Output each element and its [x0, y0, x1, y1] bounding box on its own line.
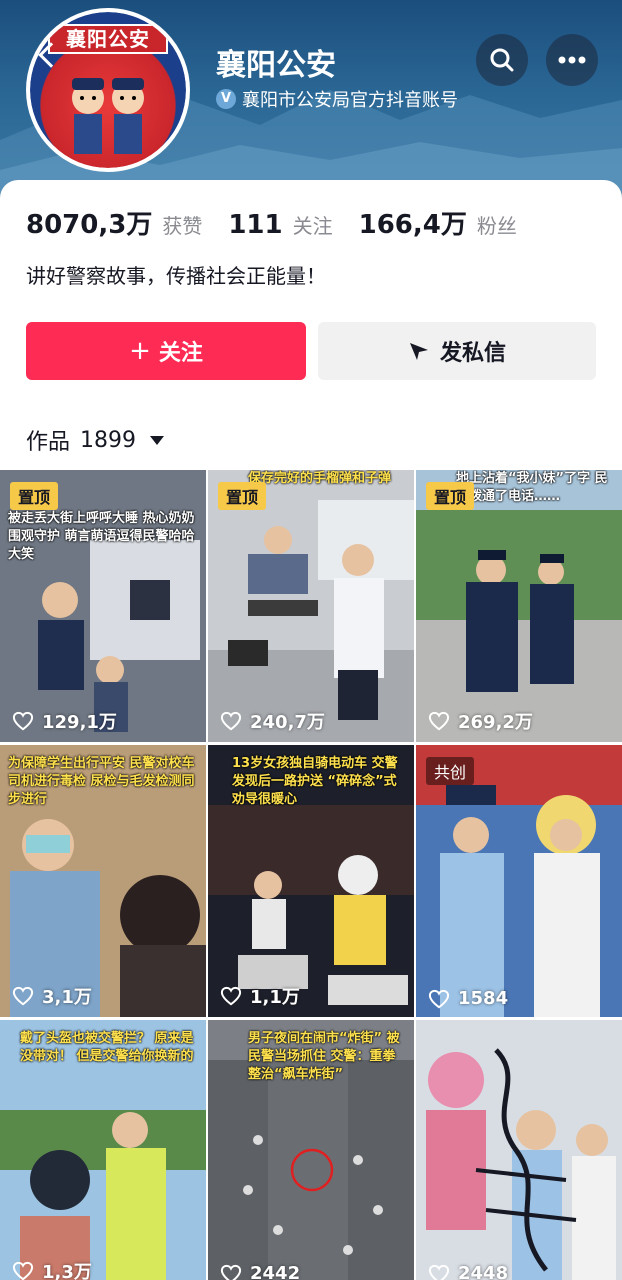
video-likes: 2448 [428, 1263, 508, 1280]
video-tile[interactable]: 被走丢大街上呼呼大睡 热心奶奶围观守护 萌言萌语逗得民警哈哈大笑 置顶 129,… [0, 470, 206, 742]
avatar-title-label: 襄阳公安 [48, 24, 168, 54]
account-name: 襄阳公安 [216, 48, 336, 83]
video-thumbnail [416, 470, 622, 742]
search-button[interactable] [476, 34, 528, 86]
heart-icon [428, 711, 450, 731]
heart-icon [428, 1264, 450, 1280]
pinned-tag: 置顶 [10, 482, 59, 510]
heart-icon [220, 1264, 242, 1280]
works-label: 作品 [26, 430, 71, 455]
video-tile[interactable]: 地上沾着“我小妹”了字 民警拨通了电话…… 置顶 269,2万 [416, 470, 622, 742]
video-likes: 129,1万 [12, 708, 117, 734]
message-button[interactable]: 发私信 [318, 322, 596, 380]
video-likes: 2442 [220, 1263, 300, 1280]
video-thumbnail [416, 1020, 622, 1280]
message-label: 发私信 [439, 341, 506, 366]
verification-row: V 襄阳市公安局官方抖音账号 [216, 86, 458, 112]
following-label[interactable]: 关注 [293, 210, 333, 239]
video-caption: 被走丢大街上呼呼大睡 热心奶奶围观守护 萌言萌语逗得民警哈哈大笑 [8, 511, 195, 562]
send-icon [409, 343, 428, 360]
video-caption: 保存完好的手榴弹和子弹 [248, 471, 392, 486]
heart-icon [428, 989, 450, 1008]
avatar[interactable]: 襄阳公安 [26, 8, 190, 172]
video-thumbnail [416, 745, 622, 1017]
heart-icon [12, 986, 34, 1006]
video-caption: 为保障学生出行平安 民警对校车司机进行毒检 尿检与毛发检测同步进行 [8, 756, 195, 807]
pinned-tag: 置顶 [426, 482, 475, 510]
works-tab[interactable]: 作品 1899 [26, 424, 165, 456]
follow-button[interactable]: + 关注 [26, 322, 306, 380]
more-button[interactable] [546, 34, 598, 86]
video-likes: 1,3万 [12, 1258, 92, 1280]
followers-count[interactable]: 166,4万 [359, 204, 467, 241]
video-caption: 戴了头盔也被交警拦？ 原来是没带对！ 但是交警给你换新的 [20, 1031, 194, 1064]
video-tile[interactable]: 男子夜间在闹市“炸街” 被民警当场抓住 交警：重拳整治“飙车炸街” 2442 [208, 1020, 414, 1280]
video-caption: 男子夜间在闹市“炸街” 被民警当场抓住 交警：重拳整治“飙车炸街” [248, 1031, 400, 1082]
heart-icon [12, 711, 34, 731]
search-icon [490, 48, 514, 72]
following-count[interactable]: 111 [228, 210, 282, 240]
video-tile[interactable]: 2448 [416, 1020, 622, 1280]
video-tile[interactable]: 共创 1584 [416, 745, 622, 1017]
likes-count: 8070,3万 [26, 210, 153, 240]
follow-label: 关注 [158, 341, 203, 366]
video-thumbnail [208, 470, 414, 742]
video-likes: 1584 [428, 988, 508, 1009]
video-likes: 269,2万 [428, 708, 533, 734]
stats-row: 8070,3万 获赞 111 关注 166,4万 粉丝 [26, 204, 543, 241]
police-cartoon-icon [72, 78, 144, 154]
more-icon [558, 56, 586, 64]
video-tile[interactable]: 戴了头盔也被交警拦？ 原来是没带对！ 但是交警给你换新的 1,3万 [0, 1020, 206, 1280]
video-grid: 被走丢大街上呼呼大睡 热心奶奶围观守护 萌言萌语逗得民警哈哈大笑 置顶 129,… [0, 470, 622, 1280]
collab-tag: 共创 [426, 757, 475, 785]
verification-text: 襄阳市公安局官方抖音账号 [242, 90, 458, 111]
bio-text: 讲好警察故事，传播社会正能量！ [26, 264, 326, 288]
plus-icon: + [129, 336, 151, 366]
verified-icon: V [216, 89, 236, 109]
followers-label[interactable]: 粉丝 [477, 210, 517, 239]
video-likes: 3,1万 [12, 983, 92, 1009]
heart-icon [220, 986, 242, 1006]
video-caption: 地上沾着“我小妹”了字 民警拨通了电话…… [456, 471, 608, 504]
video-likes: 1,1万 [220, 983, 300, 1009]
video-tile[interactable]: 为保障学生出行平安 民警对校车司机进行毒检 尿检与毛发检测同步进行 3,1万 [0, 745, 206, 1017]
works-count: 1899 [80, 427, 137, 453]
pinned-tag: 置顶 [218, 482, 267, 510]
video-likes: 240,7万 [220, 708, 325, 734]
video-tile[interactable]: 13岁女孩独自骑电动车 交警发现后一路护送 “碎碎念”式劝导很暖心 1,1万 [208, 745, 414, 1017]
video-tile[interactable]: 保存完好的手榴弹和子弹 置顶 240,7万 [208, 470, 414, 742]
heart-icon [220, 711, 242, 731]
video-caption: 13岁女孩独自骑电动车 交警发现后一路护送 “碎碎念”式劝导很暖心 [232, 756, 398, 807]
likes-label: 获赞 [162, 214, 203, 238]
caret-down-icon[interactable] [150, 435, 165, 445]
heart-icon [12, 1261, 34, 1280]
profile-banner: 襄阳公安 襄阳公安 V 襄阳市公安局官方抖音账号 [0, 0, 622, 200]
